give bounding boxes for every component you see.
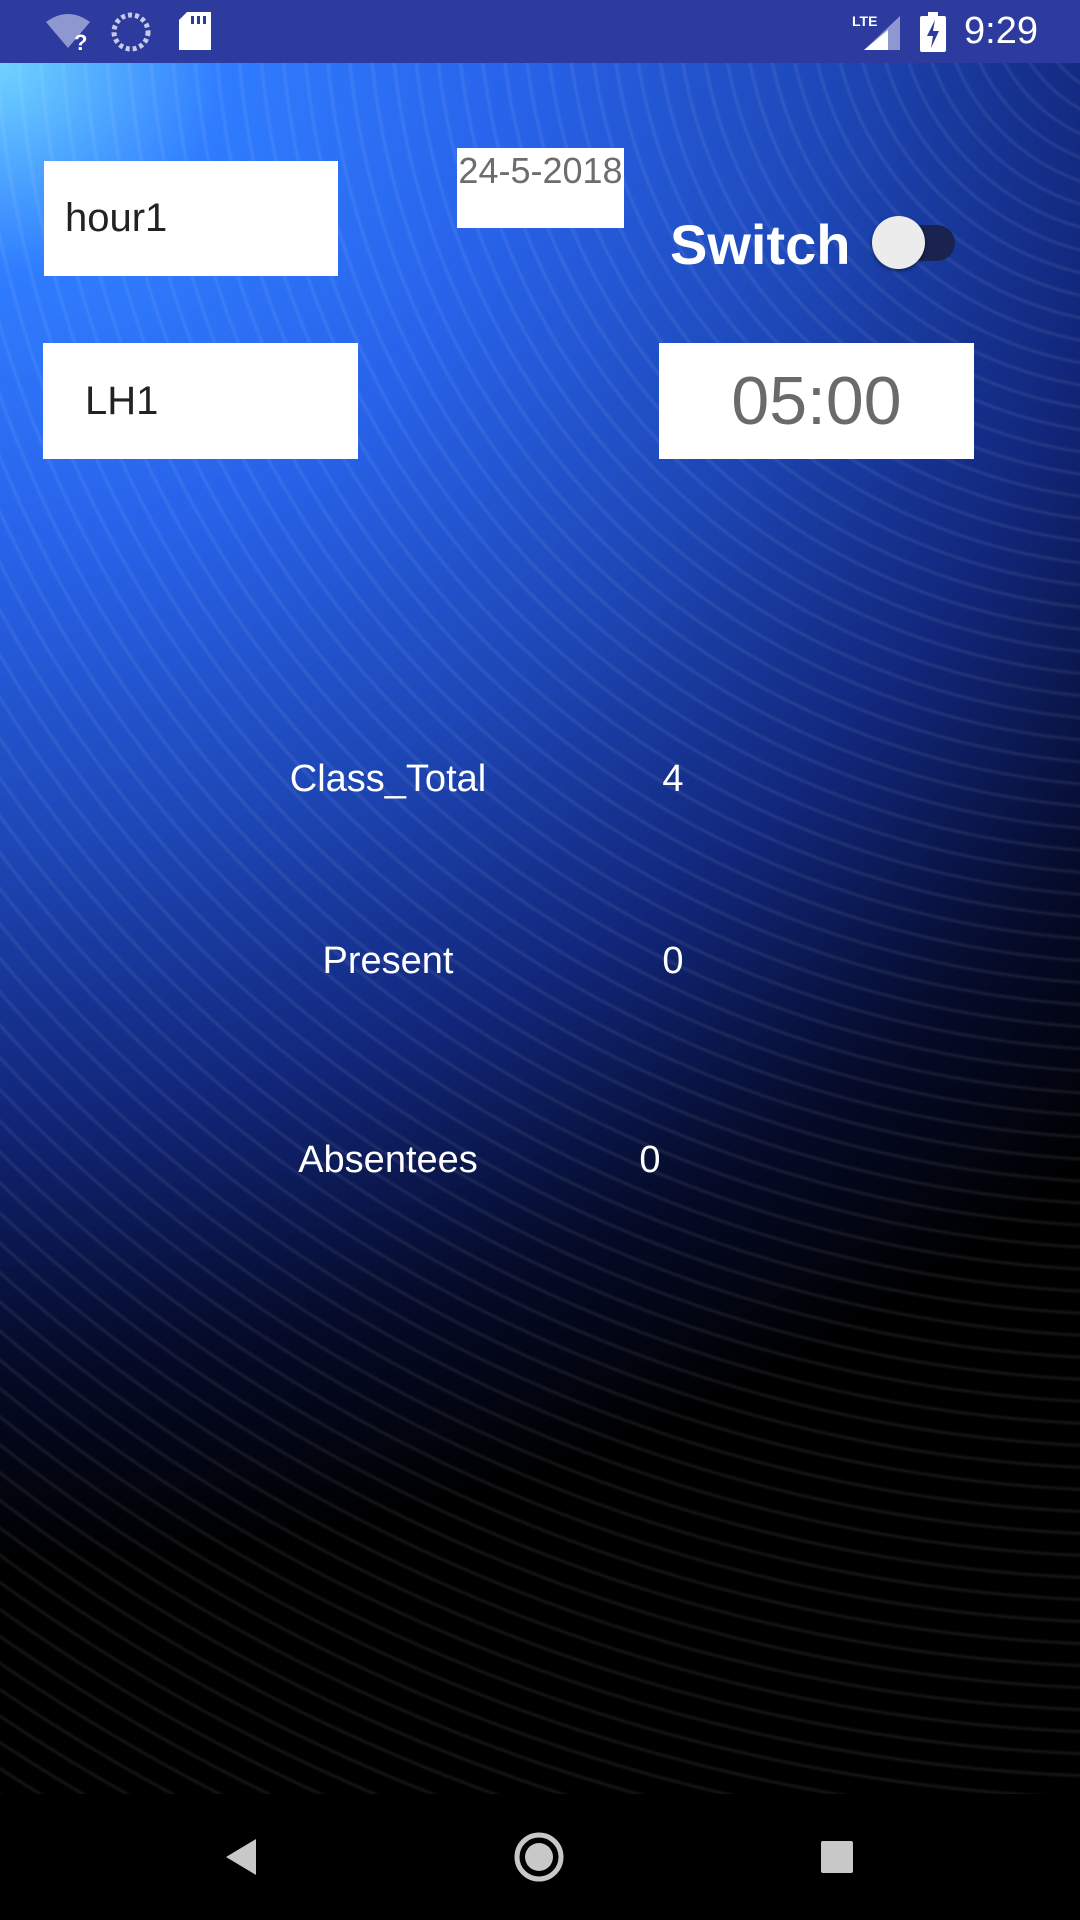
svg-text:LTE: LTE — [852, 13, 877, 29]
lte-signal-icon: LTE — [850, 12, 902, 57]
main-content: hour1 24-5-2018 Switch LH1 05:00 Class_T… — [0, 63, 1080, 1794]
date-field[interactable]: 24-5-2018 — [457, 148, 624, 228]
room-field[interactable]: LH1 — [43, 343, 358, 459]
navigation-bar — [0, 1794, 1080, 1920]
room-field-value: LH1 — [85, 378, 159, 423]
sd-card-icon — [179, 12, 211, 55]
absentees-value: 0 — [639, 1139, 661, 1181]
class-total-label: Class_Total — [289, 758, 487, 800]
switch-label: Switch — [670, 213, 851, 276]
status-time: 9:29 — [964, 10, 1038, 52]
absentees-label: Absentees — [298, 1139, 478, 1181]
timer-value: 05:00 — [731, 363, 902, 439]
background-pattern — [0, 63, 1080, 1794]
present-value: 0 — [662, 940, 684, 982]
present-label: Present — [322, 940, 454, 982]
sync-icon — [111, 12, 151, 57]
battery-charging-icon — [920, 12, 946, 57]
wifi-unknown-icon: ? — [44, 12, 92, 57]
hour-field-value: hour1 — [65, 196, 168, 240]
class-total-value: 4 — [662, 758, 684, 800]
timer-display[interactable]: 05:00 — [659, 343, 974, 459]
status-bar: ? LTE 9:29 — [0, 0, 1080, 63]
date-field-value: 24-5-2018 — [458, 150, 623, 191]
recents-icon[interactable] — [807, 1827, 867, 1887]
switch-thumb[interactable] — [872, 216, 925, 269]
back-icon[interactable] — [212, 1827, 272, 1887]
hour-field[interactable]: hour1 — [44, 161, 338, 276]
svg-text:?: ? — [74, 30, 87, 52]
home-icon[interactable] — [509, 1827, 569, 1887]
